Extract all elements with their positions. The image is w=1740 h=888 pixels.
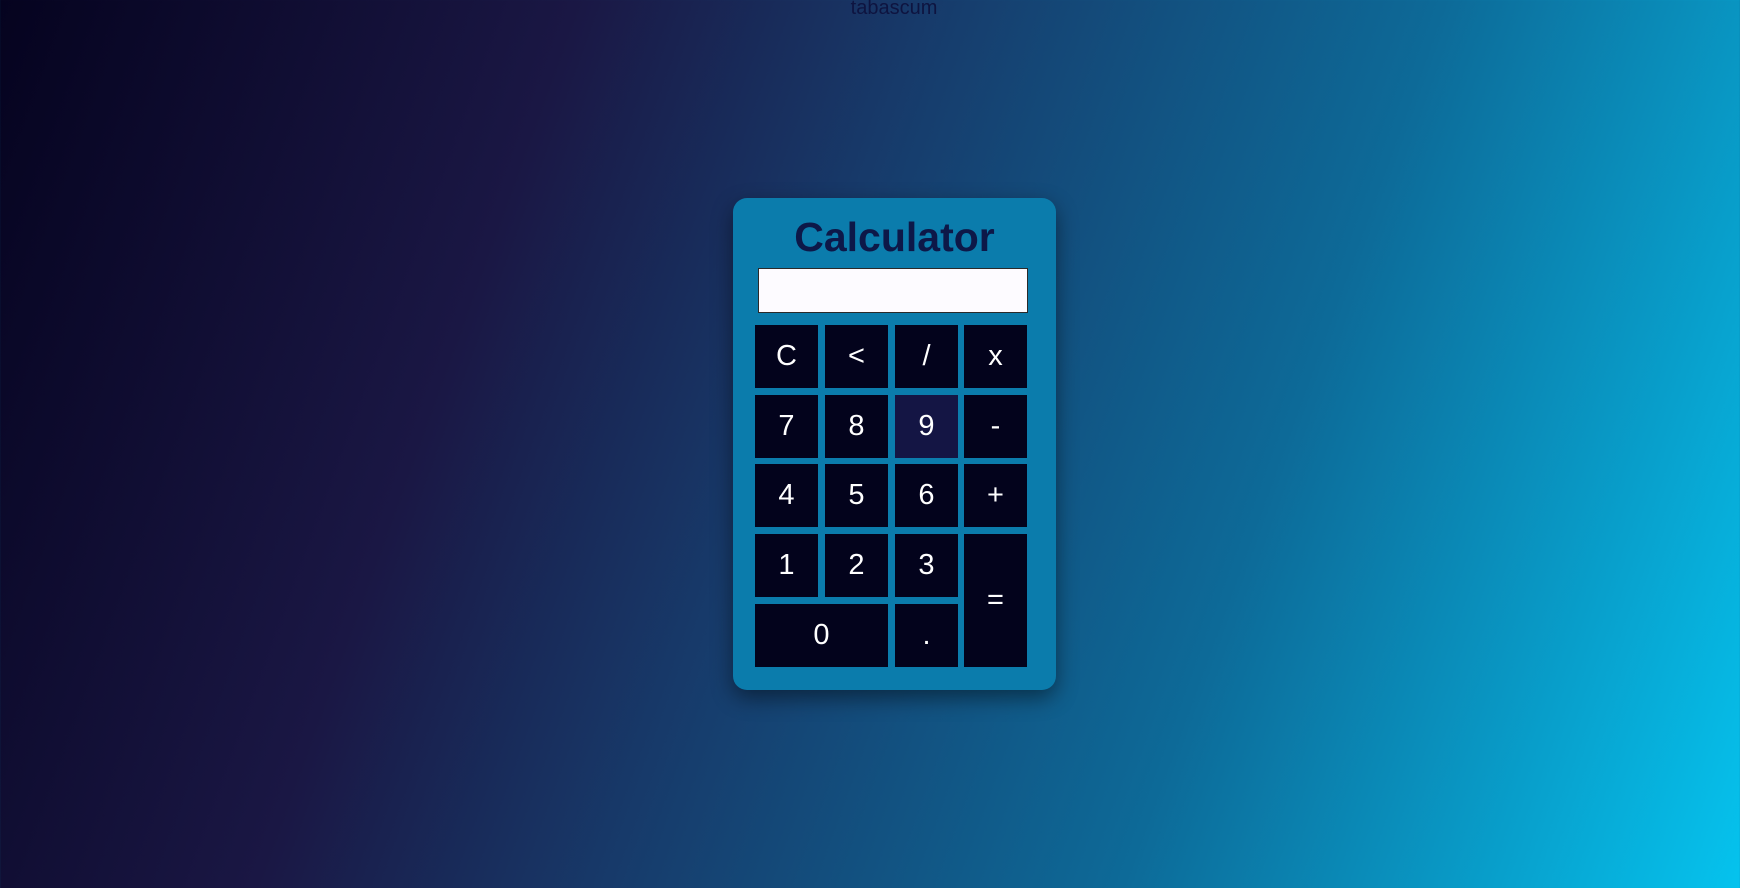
key-0-button[interactable]: 0 xyxy=(755,604,888,667)
multiply-button[interactable]: x xyxy=(964,325,1027,388)
divide-button[interactable]: / xyxy=(895,325,958,388)
key-8-button[interactable]: 8 xyxy=(825,395,888,458)
key-4-button[interactable]: 4 xyxy=(755,464,818,527)
key-1-button[interactable]: 1 xyxy=(755,534,818,597)
minus-button[interactable]: - xyxy=(964,395,1027,458)
page-top-label: tabascum xyxy=(850,0,938,19)
plus-button[interactable]: + xyxy=(964,464,1027,527)
calculator-title: Calculator xyxy=(794,214,995,260)
decimal-button[interactable]: . xyxy=(895,604,958,667)
key-6-button[interactable]: 6 xyxy=(895,464,958,527)
backspace-button[interactable]: < xyxy=(825,325,888,388)
key-3-button[interactable]: 3 xyxy=(895,534,958,597)
clear-button[interactable]: C xyxy=(755,325,818,388)
key-5-button[interactable]: 5 xyxy=(825,464,888,527)
equals-button[interactable]: = xyxy=(964,534,1027,667)
calculator-panel: Calculator C < / x 7 8 9 - 4 5 6 + 1 2 3… xyxy=(733,198,1056,690)
key-2-button[interactable]: 2 xyxy=(825,534,888,597)
calculator-display[interactable] xyxy=(758,268,1028,313)
key-9-button[interactable]: 9 xyxy=(895,395,958,458)
key-7-button[interactable]: 7 xyxy=(755,395,818,458)
